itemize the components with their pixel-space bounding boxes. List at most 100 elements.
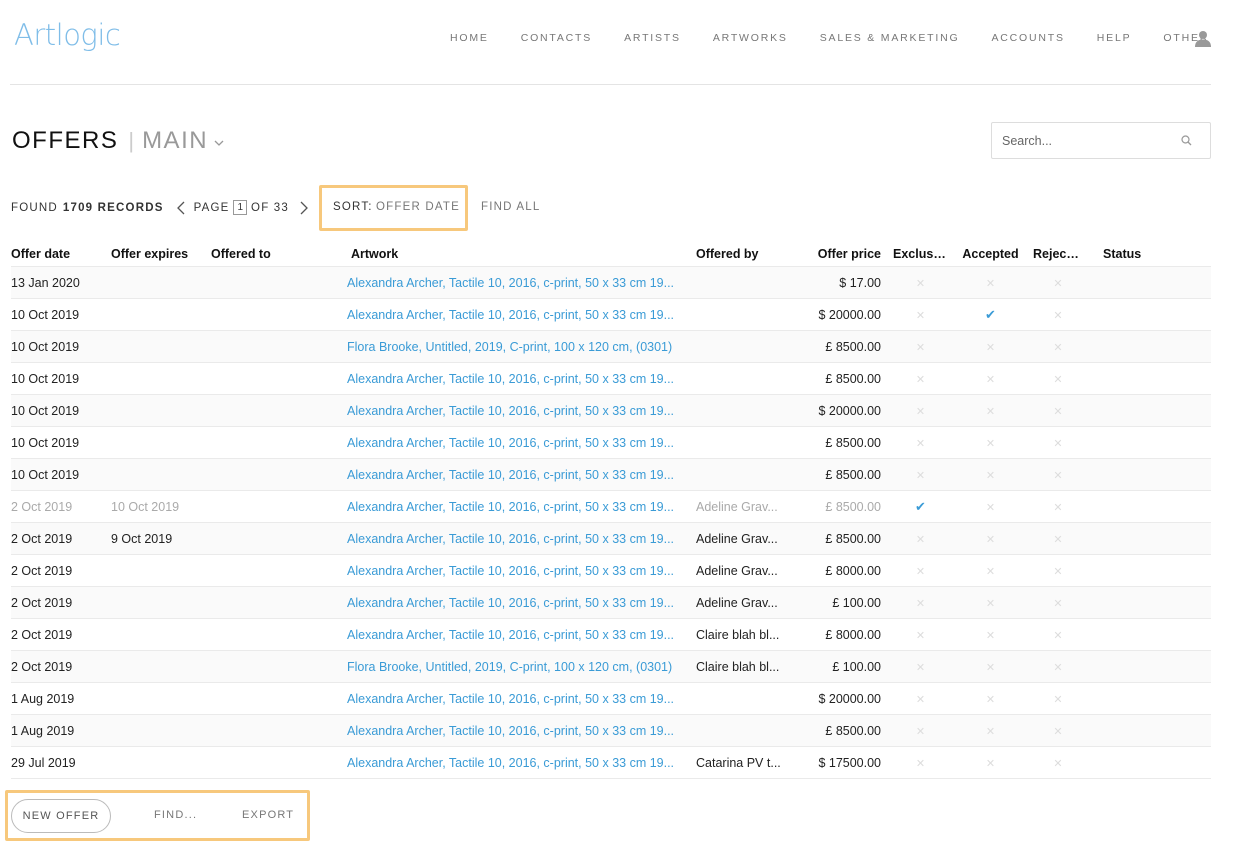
cross-icon: ✕ bbox=[915, 693, 926, 706]
artwork-link[interactable]: Alexandra Archer, Tactile 10, 2016, c-pr… bbox=[347, 500, 696, 514]
table-row[interactable]: 10 Oct 2019 Alexandra Archer, Tactile 10,… bbox=[11, 426, 1211, 458]
table-row[interactable]: 13 Jan 2020 Alexandra Archer, Tactile 10,… bbox=[11, 266, 1211, 298]
nav-item-home[interactable]: HOME bbox=[450, 32, 489, 44]
column-header-offer-date[interactable]: Offer date bbox=[11, 247, 111, 261]
artwork-link[interactable]: Alexandra Archer, Tactile 10, 2016, c-pr… bbox=[347, 532, 696, 546]
table-bottom-divider bbox=[11, 778, 1211, 779]
chevron-right-icon[interactable] bbox=[300, 201, 308, 215]
table-row[interactable]: 10 Oct 2019 Alexandra Archer, Tactile 10,… bbox=[11, 394, 1211, 426]
sort-selector[interactable]: OFFER DATE bbox=[376, 201, 460, 213]
find-all-button[interactable]: FIND ALL bbox=[481, 201, 540, 213]
artwork-link[interactable]: Alexandra Archer, Tactile 10, 2016, c-pr… bbox=[347, 468, 696, 482]
column-header-status[interactable]: Status bbox=[1083, 247, 1178, 261]
table-row[interactable]: 1 Aug 2019 Alexandra Archer, Tactile 10, … bbox=[11, 682, 1211, 714]
column-header-offer-price[interactable]: Offer price bbox=[796, 247, 893, 261]
user-icon[interactable] bbox=[1195, 30, 1211, 47]
accepted-mark: ✕ bbox=[948, 724, 1033, 738]
rejected-mark: ✕ bbox=[1033, 276, 1083, 290]
column-header-artwork[interactable]: Artwork bbox=[347, 247, 696, 261]
artwork-link[interactable]: Alexandra Archer, Tactile 10, 2016, c-pr… bbox=[347, 308, 696, 322]
view-selector[interactable]: MAIN bbox=[142, 127, 208, 155]
rejected-mark: ✕ bbox=[1033, 404, 1083, 418]
table-row[interactable]: 2 Oct 2019 Alexandra Archer, Tactile 10, … bbox=[11, 586, 1211, 618]
artwork-link[interactable]: Alexandra Archer, Tactile 10, 2016, c-pr… bbox=[347, 404, 696, 418]
table-row[interactable]: 1 Aug 2019 Alexandra Archer, Tactile 10, … bbox=[11, 714, 1211, 746]
cross-icon: ✕ bbox=[915, 661, 926, 674]
artwork-link[interactable]: Flora Brooke, Untitled, 2019, C-print, 1… bbox=[347, 660, 696, 674]
table-row[interactable]: 10 Oct 2019 Alexandra Archer, Tactile 10,… bbox=[11, 458, 1211, 490]
artwork-link[interactable]: Alexandra Archer, Tactile 10, 2016, c-pr… bbox=[347, 692, 696, 706]
cell-offer-price: £ 8500.00 bbox=[796, 724, 893, 738]
cross-icon: ✕ bbox=[915, 437, 926, 450]
cell-offer-price: $ 17.00 bbox=[796, 276, 893, 290]
cell-offer-date-text: 29 Jul 2019 bbox=[11, 755, 76, 770]
cross-icon: ✕ bbox=[985, 373, 996, 386]
artwork-link-text: Alexandra Archer, Tactile 10, 2016, c-pr… bbox=[347, 723, 675, 738]
artwork-link[interactable]: Alexandra Archer, Tactile 10, 2016, c-pr… bbox=[347, 436, 696, 450]
column-header-accepted[interactable]: Accepted bbox=[948, 247, 1033, 261]
cell-offered-by-text: Claire blah bl... bbox=[696, 627, 780, 642]
main-nav: HOME CONTACTS ARTISTS ARTWORKS SALES & M… bbox=[450, 32, 1241, 44]
rejected-mark: ✕ bbox=[1033, 468, 1083, 482]
nav-item-artists[interactable]: ARTISTS bbox=[624, 32, 681, 44]
nav-item-accounts[interactable]: ACCOUNTS bbox=[991, 32, 1064, 44]
artlogic-logo[interactable]: Artlogic bbox=[14, 18, 121, 52]
table-row[interactable]: 29 Jul 2019 Alexandra Archer, Tactile 10,… bbox=[11, 746, 1211, 778]
accepted-mark: ✕ bbox=[948, 404, 1033, 418]
new-offer-button[interactable]: NEW OFFER bbox=[11, 799, 111, 833]
artwork-link-text: Alexandra Archer, Tactile 10, 2016, c-pr… bbox=[347, 627, 675, 642]
chevron-left-icon[interactable] bbox=[176, 201, 185, 215]
table-row[interactable]: 10 Oct 2019 Alexandra Archer, Tactile 10,… bbox=[11, 362, 1211, 394]
accepted-mark: ✕ bbox=[948, 468, 1033, 482]
rejected-mark: ✕ bbox=[1033, 596, 1083, 610]
column-header-rejected[interactable]: Rejected bbox=[1033, 247, 1083, 261]
rejected-mark: ✕ bbox=[1033, 372, 1083, 386]
cross-icon: ✕ bbox=[985, 501, 996, 514]
cell-offer-price: £ 8500.00 bbox=[796, 468, 893, 482]
cell-offer-date: 2 Oct 2019 bbox=[11, 564, 111, 578]
artwork-link-text: Alexandra Archer, Tactile 10, 2016, c-pr… bbox=[347, 467, 675, 482]
column-header-offer-expires[interactable]: Offer expires bbox=[111, 247, 211, 261]
page-number-input[interactable]: 1 bbox=[233, 200, 248, 215]
table-row[interactable]: 2 Oct 2019 Flora Brooke, Untitled, 2019, … bbox=[11, 650, 1211, 682]
table-row[interactable]: 2 Oct 2019 10 Oct 2019 Alexandra Archer, T… bbox=[11, 490, 1211, 522]
cell-offered-by-text: Adeline Grav... bbox=[696, 563, 778, 578]
cross-icon: ✕ bbox=[1053, 469, 1063, 482]
artwork-link[interactable]: Alexandra Archer, Tactile 10, 2016, c-pr… bbox=[347, 276, 696, 290]
cell-offer-price-text: £ 100.00 bbox=[832, 659, 881, 674]
table-row[interactable]: 10 Oct 2019 Alexandra Archer, Tactile 10,… bbox=[11, 298, 1211, 330]
artwork-link[interactable]: Alexandra Archer, Tactile 10, 2016, c-pr… bbox=[347, 564, 696, 578]
column-header-exclusive[interactable]: Exclusive bbox=[893, 247, 948, 261]
cell-offered-by-text: Adeline Grav... bbox=[696, 595, 778, 610]
cell-offer-price-text: £ 8500.00 bbox=[825, 499, 881, 514]
rejected-mark: ✕ bbox=[1033, 500, 1083, 514]
table-row[interactable]: 2 Oct 2019 9 Oct 2019 Alexandra Archer, Ta… bbox=[11, 522, 1211, 554]
export-button[interactable]: EXPORT bbox=[242, 809, 294, 821]
column-header-offered-by[interactable]: Offered by bbox=[696, 247, 796, 261]
nav-item-help[interactable]: HELP bbox=[1097, 32, 1132, 44]
cell-offer-price: £ 8000.00 bbox=[796, 564, 893, 578]
found-count: 1709 RECORDS bbox=[62, 201, 164, 214]
nav-item-artworks[interactable]: ARTWORKS bbox=[713, 32, 788, 44]
column-header-offered-to[interactable]: Offered to bbox=[211, 247, 347, 261]
artwork-link[interactable]: Alexandra Archer, Tactile 10, 2016, c-pr… bbox=[347, 756, 696, 770]
exclusive-mark: ✕ bbox=[893, 660, 948, 674]
nav-item-contacts[interactable]: CONTACTS bbox=[521, 32, 592, 44]
rejected-mark: ✕ bbox=[1033, 340, 1083, 354]
chevron-down-icon[interactable] bbox=[214, 138, 224, 148]
find-button[interactable]: FIND... bbox=[154, 809, 197, 821]
artwork-link[interactable]: Alexandra Archer, Tactile 10, 2016, c-pr… bbox=[347, 372, 696, 386]
artwork-link[interactable]: Alexandra Archer, Tactile 10, 2016, c-pr… bbox=[347, 724, 696, 738]
artwork-link-text: Alexandra Archer, Tactile 10, 2016, c-pr… bbox=[347, 403, 675, 418]
table-row[interactable]: 2 Oct 2019 Alexandra Archer, Tactile 10, … bbox=[11, 554, 1211, 586]
artwork-link[interactable]: Flora Brooke, Untitled, 2019, C-print, 1… bbox=[347, 340, 696, 354]
table-row[interactable]: 10 Oct 2019 Flora Brooke, Untitled, 2019,… bbox=[11, 330, 1211, 362]
artwork-link[interactable]: Alexandra Archer, Tactile 10, 2016, c-pr… bbox=[347, 628, 696, 642]
nav-item-sales-marketing[interactable]: SALES & MARKETING bbox=[820, 32, 960, 44]
table-row[interactable]: 2 Oct 2019 Alexandra Archer, Tactile 10, … bbox=[11, 618, 1211, 650]
cell-offered-by-text: Claire blah bl... bbox=[696, 659, 780, 674]
search-input[interactable] bbox=[992, 133, 1177, 148]
artwork-link[interactable]: Alexandra Archer, Tactile 10, 2016, c-pr… bbox=[347, 596, 696, 610]
search-icon[interactable] bbox=[1181, 135, 1192, 146]
found-label: FOUND bbox=[11, 201, 58, 214]
